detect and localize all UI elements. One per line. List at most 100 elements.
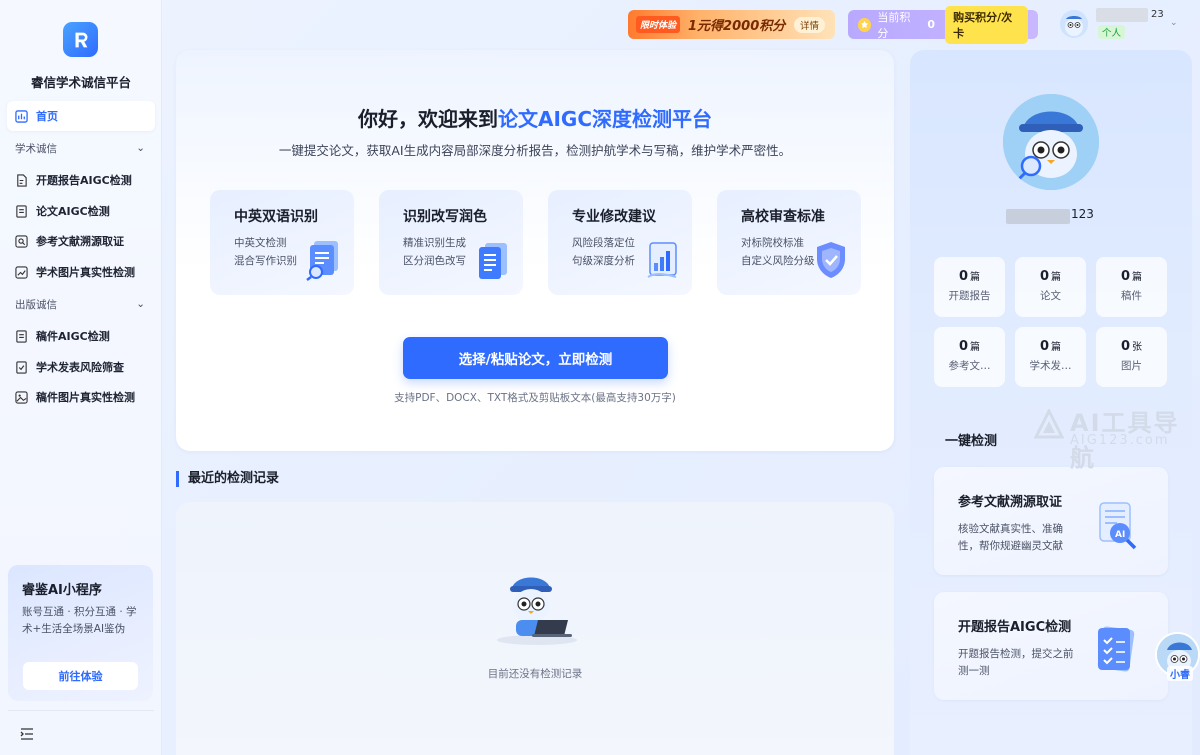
tool-description: 核验文献真实性、准确性，帮你规避幽灵文献 [958,523,1063,552]
sidebar-item-manuscript-image[interactable]: 稿件图片真实性检测 [7,382,155,412]
tool-title: 开题报告AIGC检测 [958,620,1072,635]
coin-icon [858,17,872,32]
stat-images[interactable]: 0张 图片 [1096,327,1167,387]
stat-label: 稿件 [1121,290,1142,302]
feature-card-standards: 高校审查标准 对标院校标准 自定义风险分级 [717,190,861,295]
watermark-subtext: AIG123.com [1070,433,1170,448]
sidebar: 睿信学术诚信平台 首页 学术诚信 ⌄ 开题报告AIGC检测 论文AIGC检测 参… [0,0,162,755]
promo-description: 账号互通 · 积分互通 · 学术+生活全场景AI鉴伪 [22,606,137,635]
stat-paper[interactable]: 0篇 论文 [1015,257,1086,317]
points-label: 当前积分 [877,10,911,40]
document-icon [15,329,28,343]
tool-card-reference-trace[interactable]: 参考文献溯源取证 核验文献真实性、准确性，帮你规避幽灵文献 AI [934,467,1168,575]
sidebar-item-publish-risk[interactable]: 学术发表风险筛查 [7,352,155,382]
floating-assistant[interactable]: 小睿 [1155,632,1200,682]
buy-points-button[interactable]: 购买积分/次卡 [945,5,1028,44]
stat-publish-risk[interactable]: 0篇 学术发… [1015,327,1086,387]
offer-detail-link[interactable]: 详情 [793,17,825,33]
stat-unit: 篇 [1132,272,1143,283]
select-paper-button[interactable]: 选择/粘贴论文，立即检测 [403,337,668,379]
sidebar-item-manuscript-aigc[interactable]: 稿件AIGC检测 [7,321,155,351]
username-redacted [1096,8,1148,22]
page-subtitle: 一键提交论文，获取AI生成内容局部深度分析报告，检测护航学术与写稿，维护学术严密… [278,143,792,158]
document-search-illustration-icon [306,241,338,281]
one-click-title: 一键检测 [945,434,998,449]
report-chart-illustration-icon [647,242,677,278]
svg-text:AI: AI [1115,530,1125,540]
stat-value: 0 [1039,269,1050,284]
nav-group-label: 学术诚信 [15,142,57,155]
sidebar-item-label: 学术发表风险筛查 [36,361,124,374]
stat-unit: 篇 [970,342,981,353]
document-check-icon [15,360,28,374]
feature-card-suggestions: 专业修改建议 风险段落定位 句级深度分析 [548,190,692,295]
mascot-laptop-illustration-icon [497,577,577,645]
sidebar-item-image-authenticity[interactable]: 学术图片真实性检测 [7,257,155,287]
collapse-sidebar-icon[interactable] [20,725,34,740]
limited-offer-banner[interactable]: 限时体验 1元得2000积分 详情 [628,10,835,39]
sidebar-item-label: 学术图片真实性检测 [36,266,135,279]
user-type-badge: 个人 [1098,25,1126,39]
profile-name-redacted [1006,209,1070,224]
nav-group-publishing[interactable]: 出版诚信 ⌄ [15,294,145,314]
shield-illustration-icon [817,242,845,278]
sidebar-item-label: 首页 [36,110,58,123]
upload-format-note: 支持PDF、DOCX、TXT格式及剪贴板文本(最高支持30万字) [394,392,676,404]
checklist-illustration-icon [1097,626,1135,672]
sidebar-item-label: 稿件AIGC检测 [36,330,110,343]
stat-unit: 篇 [1051,342,1062,353]
recent-records-panel: 目前还没有检测记录 [176,502,894,755]
mini-program-promo: 睿鉴AI小程序 账号互通 · 积分互通 · 学术+生活全场景AI鉴伪 前往体验 [8,565,153,701]
promo-title: 睿鉴AI小程序 [22,583,102,598]
sidebar-item-label: 稿件图片真实性检测 [36,391,135,404]
sidebar-item-label: 参考文献溯源取证 [36,235,124,248]
document-edit-icon [15,173,28,187]
brand-name: 睿信学术诚信平台 [30,75,131,90]
stat-reference[interactable]: 0篇 参考文… [934,327,1005,387]
page-title: 你好，欢迎来到论文AIGC深度检测平台 [176,103,894,132]
image-icon [15,390,28,404]
sidebar-item-home[interactable]: 首页 [7,101,155,131]
divider [8,710,154,711]
home-icon [15,109,28,123]
sidebar-item-label: 论文AIGC检测 [36,205,110,218]
feature-title: 中英双语识别 [234,209,318,225]
stat-label: 参考文… [948,360,991,372]
tool-title: 参考文献溯源取证 [958,495,1063,510]
feature-title: 专业修改建议 [572,209,656,225]
sidebar-item-proposal-aigc[interactable]: 开题报告AIGC检测 [7,165,155,195]
hero-panel: 你好，欢迎来到论文AIGC深度检测平台 一键提交论文，获取AI生成内容局部深度分… [176,50,894,451]
document-icon [15,204,28,218]
profile-name-suffix: 123 [1071,207,1094,221]
sidebar-item-label: 开题报告AIGC检测 [36,174,132,187]
stat-label: 开题报告 [948,290,991,302]
stat-unit: 篇 [1051,272,1062,283]
tool-description: 开题报告检测，提交之前测一测 [958,648,1074,677]
watermark-logo-icon [1034,409,1064,439]
stat-label: 论文 [1040,290,1061,302]
profile-avatar[interactable] [1003,94,1099,190]
stat-unit: 篇 [970,272,981,283]
stat-proposal[interactable]: 0篇 开题报告 [934,257,1005,317]
sidebar-item-reference-trace[interactable]: 参考文献溯源取证 [7,226,155,256]
brand-logo[interactable] [63,22,98,57]
ai-document-search-illustration-icon: AI [1099,502,1137,550]
feature-card-bilingual: 中英双语识别 中英文检测 混合写作识别 [210,190,354,295]
recent-records-title: 最近的检测记录 [176,471,279,487]
nav-group-label: 出版诚信 [15,298,57,311]
sidebar-item-paper-aigc[interactable]: 论文AIGC检测 [7,196,155,226]
promo-try-button[interactable]: 前往体验 [23,662,138,690]
stat-label: 图片 [1121,360,1142,372]
username-suffix: 23 [1151,9,1164,20]
points-value: 0 [927,18,936,31]
chevron-down-icon[interactable]: ⌄ [1170,18,1178,28]
tool-card-proposal-aigc[interactable]: 开题报告AIGC检测 开题报告检测，提交之前测一测 [934,592,1168,700]
logo-icon [75,32,88,47]
stat-value: 0 [958,339,969,354]
offer-tag: 限时体验 [636,16,681,33]
nav-group-academic[interactable]: 学术诚信 ⌄ [15,138,145,158]
chevron-down-icon: ⌄ [136,298,145,310]
stat-manuscript[interactable]: 0篇 稿件 [1096,257,1167,317]
title-prefix: 你好，欢迎来到 [357,107,498,131]
user-avatar[interactable] [1060,10,1088,38]
